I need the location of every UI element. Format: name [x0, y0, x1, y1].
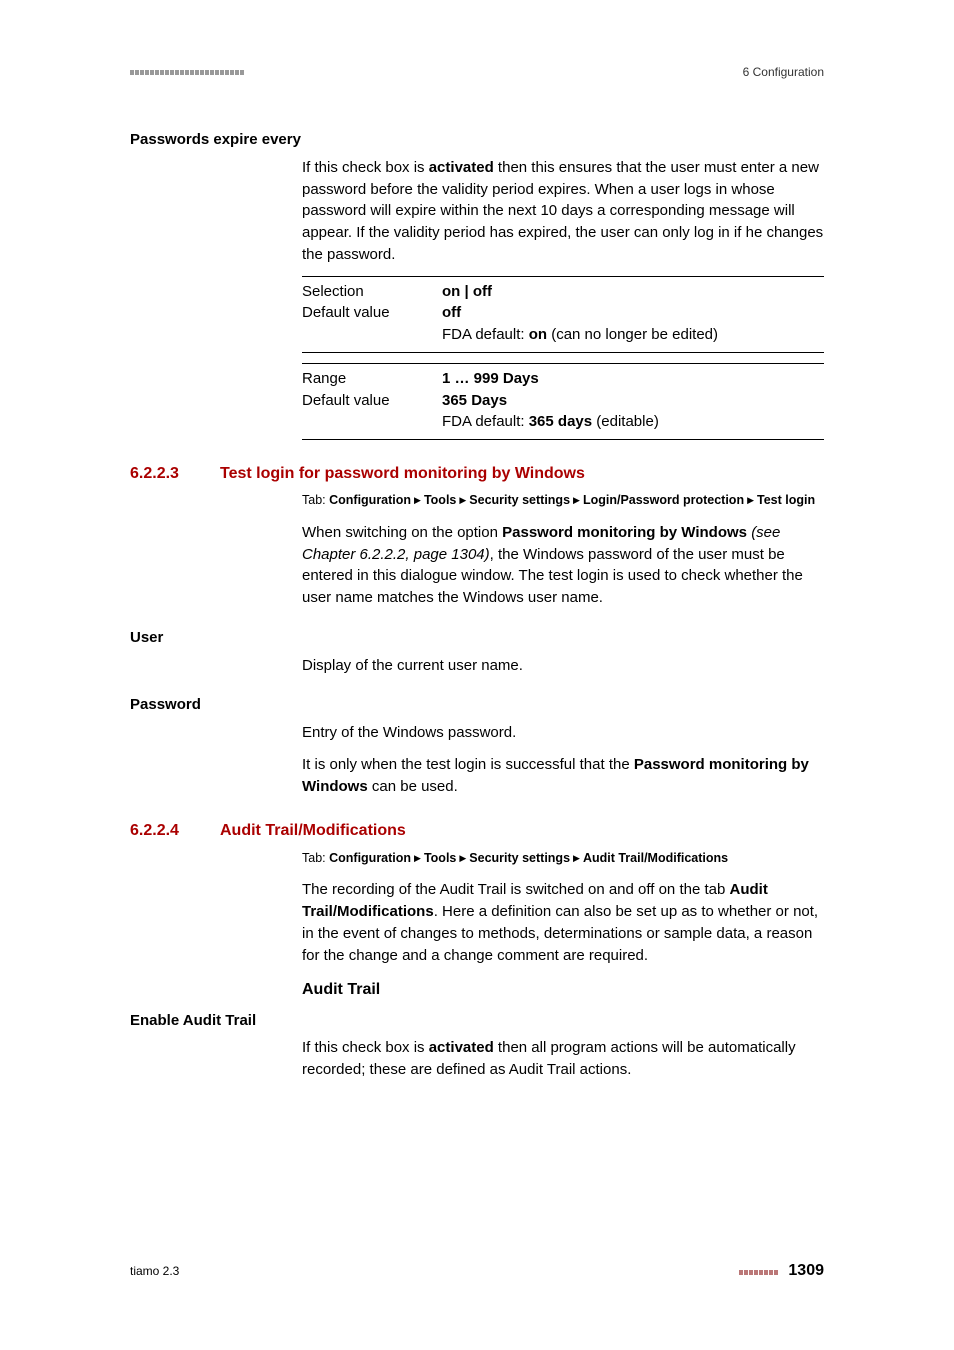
text: When switching on the option	[302, 524, 502, 541]
chevron-right-icon: ▶	[573, 495, 580, 505]
section-paragraph: When switching on the option Password mo…	[302, 522, 824, 609]
text: FDA default:	[442, 413, 529, 430]
section-6-2-2-3: 6.2.2.3 Test login for password monitori…	[130, 462, 824, 485]
field-description: It is only when the test login is succes…	[302, 754, 824, 798]
section-paragraph: The recording of the Audit Trail is swit…	[302, 879, 824, 966]
chevron-right-icon: ▶	[414, 853, 421, 863]
text-bold: 365 days	[529, 413, 592, 430]
chevron-right-icon: ▶	[573, 853, 580, 863]
breadcrumb-item: Test login	[757, 493, 815, 507]
tab-path: Tab: Configuration▶Tools▶Security settin…	[302, 849, 824, 868]
text: Tab:	[302, 493, 329, 507]
spec-table-range: Range 1 … 999 Days Default value 365 Day…	[302, 363, 824, 440]
subheading-audit-trail: Audit Trail	[302, 978, 824, 1001]
spec-label: Default value	[302, 390, 442, 412]
section-6-2-2-4: 6.2.2.4 Audit Trail/Modifications	[130, 819, 824, 842]
field-label-passwords-expire: Passwords expire every	[130, 129, 824, 151]
text: It is only when the test login is succes…	[302, 756, 634, 773]
page-header: 6 Configuration	[130, 65, 824, 79]
text: (editable)	[592, 413, 659, 430]
text: can be used.	[368, 778, 458, 795]
field-description: Display of the current user name.	[302, 655, 824, 677]
chapter-label: 6 Configuration	[743, 65, 824, 79]
spec-note: FDA default: on (can no longer be edited…	[442, 324, 824, 346]
text-bold: Password monitoring by Windows	[502, 524, 747, 541]
spec-value: on | off	[442, 283, 492, 300]
product-name: tiamo 2.3	[130, 1264, 179, 1278]
breadcrumb-item: Configuration	[329, 851, 411, 865]
spec-value: 365 Days	[442, 392, 507, 409]
field-description: If this check box is activated then all …	[302, 1037, 824, 1081]
chevron-right-icon: ▶	[747, 495, 754, 505]
text: The recording of the Audit Trail is swit…	[302, 881, 730, 898]
footer-dashes	[739, 1264, 782, 1278]
field-label-enable-audit-trail: Enable Audit Trail	[130, 1010, 824, 1032]
text-bold: activated	[429, 159, 494, 176]
page-footer: tiamo 2.3 1309	[130, 1262, 824, 1280]
page-content: Passwords expire every If this check box…	[130, 129, 824, 1081]
breadcrumb-item: Security settings	[469, 493, 570, 507]
spec-table-selection: Selection on | off Default value off FDA…	[302, 276, 824, 353]
text: (can no longer be edited)	[547, 326, 718, 343]
breadcrumb-item: Tools	[424, 851, 456, 865]
spec-label: Range	[302, 368, 442, 390]
section-number: 6.2.2.3	[130, 462, 220, 485]
spec-label: Selection	[302, 281, 442, 303]
chevron-right-icon: ▶	[459, 495, 466, 505]
text: If this check box is	[302, 159, 429, 176]
breadcrumb-item: Configuration	[329, 493, 411, 507]
footer-right: 1309	[739, 1262, 824, 1280]
tab-path: Tab: Configuration▶Tools▶Security settin…	[302, 491, 824, 510]
text: If this check box is	[302, 1039, 429, 1056]
spec-note: FDA default: 365 days (editable)	[442, 411, 824, 433]
text-bold: on	[529, 326, 547, 343]
field-label-user: User	[130, 627, 824, 649]
section-number: 6.2.2.4	[130, 819, 220, 842]
section-title: Test login for password monitoring by Wi…	[220, 462, 585, 485]
field-description: Entry of the Windows password.	[302, 722, 824, 744]
spec-value: 1 … 999 Days	[442, 370, 539, 387]
breadcrumb-item: Tools	[424, 493, 456, 507]
chevron-right-icon: ▶	[414, 495, 421, 505]
spec-value: off	[442, 304, 461, 321]
breadcrumb-item: Audit Trail/Modifications	[583, 851, 728, 865]
spec-label: Default value	[302, 302, 442, 324]
field-label-password: Password	[130, 694, 824, 716]
breadcrumb-item: Login/Password protection	[583, 493, 744, 507]
page-number: 1309	[788, 1262, 824, 1279]
chevron-right-icon: ▶	[459, 853, 466, 863]
section-title: Audit Trail/Modifications	[220, 819, 406, 842]
breadcrumb-item: Security settings	[469, 851, 570, 865]
header-dashes	[130, 70, 245, 75]
field-description: If this check box is activated then this…	[302, 157, 824, 266]
text: FDA default:	[442, 326, 529, 343]
text: Tab:	[302, 851, 329, 865]
text-bold: activated	[429, 1039, 494, 1056]
